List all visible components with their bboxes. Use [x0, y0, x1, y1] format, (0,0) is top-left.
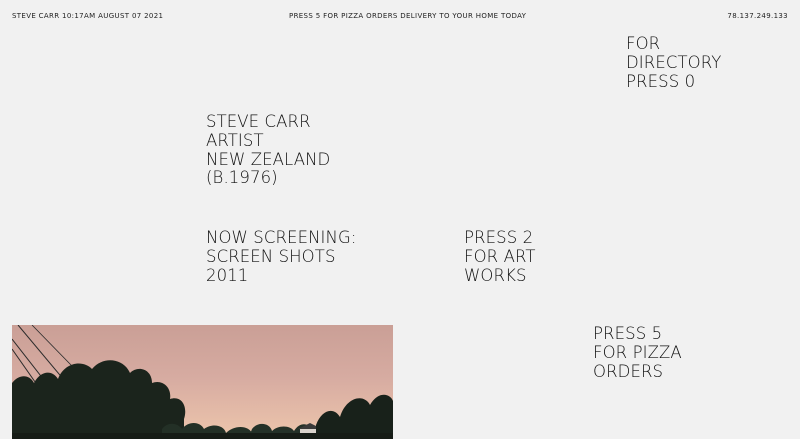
- header-ip-address: 78.137.249.133: [727, 12, 788, 20]
- artist-bio: STEVE CARR ARTIST NEW ZEALAND (B.1976): [206, 112, 331, 188]
- header-pizza-banner[interactable]: PRESS 5 FOR PIZZA ORDERS DELIVERY TO YOU…: [289, 12, 526, 20]
- directory-line: DIRECTORY: [626, 52, 722, 72]
- directory-line: FOR: [626, 34, 661, 53]
- pizza-line: PRESS 5: [593, 324, 663, 343]
- bio-line: ARTIST: [206, 130, 264, 150]
- now-screening-link[interactable]: NOW SCREENING: SCREEN SHOTS 2011: [206, 228, 357, 285]
- bio-line: (B.1976): [206, 168, 278, 188]
- art-works-link[interactable]: PRESS 2 FOR ART WORKS: [464, 228, 536, 285]
- bio-line: NEW ZEALAND: [206, 149, 331, 169]
- screening-line: NOW SCREENING:: [206, 228, 357, 247]
- pizza-orders-link[interactable]: PRESS 5 FOR PIZZA ORDERS: [593, 324, 682, 381]
- top-bar: STEVE CARR 10:17AM AUGUST 07 2021 PRESS …: [0, 0, 800, 34]
- screening-line: SCREEN SHOTS: [206, 246, 336, 266]
- bio-line: STEVE CARR: [206, 112, 311, 131]
- pizza-line: ORDERS: [593, 361, 664, 381]
- directory-line: PRESS 0: [626, 71, 696, 91]
- screening-line: 2011: [206, 265, 249, 285]
- art-line: WORKS: [464, 265, 527, 285]
- art-line: FOR ART: [464, 246, 536, 266]
- screen-shots-still-image[interactable]: [12, 325, 393, 439]
- pizza-line: FOR PIZZA: [593, 342, 682, 362]
- directory-link[interactable]: FOR DIRECTORY PRESS 0: [626, 34, 722, 91]
- art-line: PRESS 2: [464, 228, 534, 247]
- photo-thumbnail-icon: [12, 325, 393, 439]
- header-artist-datetime: STEVE CARR 10:17AM AUGUST 07 2021: [12, 12, 164, 20]
